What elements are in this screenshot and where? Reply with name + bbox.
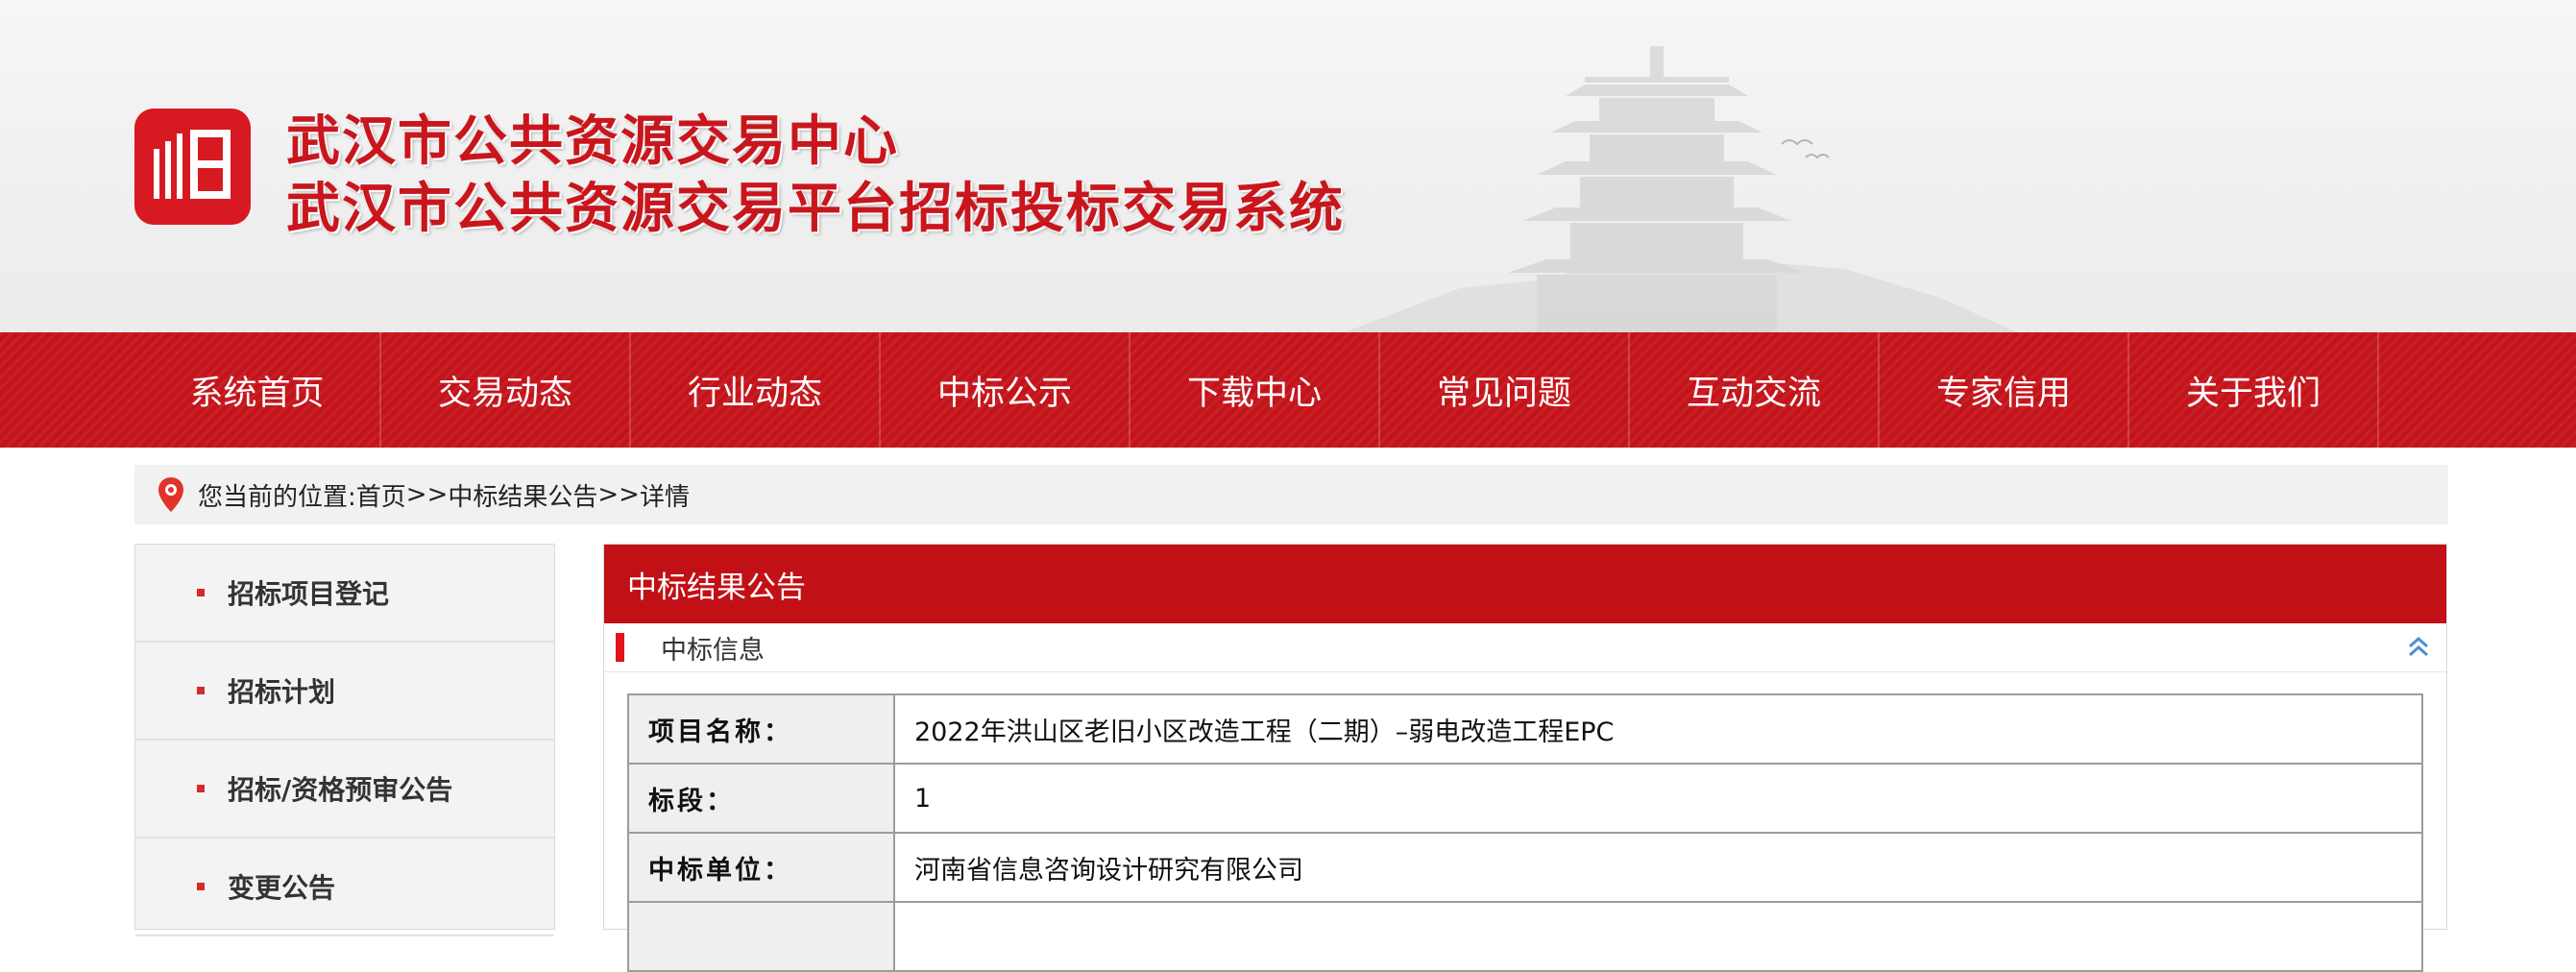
winning-bidder-value: 河南省信息咨询设计研究有限公司 <box>893 832 2423 903</box>
next-row-label <box>627 901 895 972</box>
sidebar-item-tender-announcement[interactable]: 招标/资格预审公告 <box>135 741 554 838</box>
section-marker <box>616 633 624 662</box>
lot-label: 标段： <box>627 763 895 834</box>
breadcrumb-separator: >> <box>405 480 449 509</box>
breadcrumb: 您当前的位置: 首页 >> 中标结果公告 >> 详情 <box>134 465 2448 524</box>
breadcrumb-home[interactable]: 首页 <box>356 477 406 513</box>
nav-trade-news[interactable]: 交易动态 <box>381 332 631 448</box>
sidebar-item-label: 招标/资格预审公告 <box>228 774 453 806</box>
section-title: 中标信息 <box>661 635 765 666</box>
nav-home[interactable]: 系统首页 <box>134 332 381 448</box>
logo-mark-icon <box>154 130 231 199</box>
winning-bidder-label: 中标单位： <box>627 832 895 903</box>
nav-industry-news[interactable]: 行业动态 <box>631 332 881 448</box>
site-header: 武汉市公共资源交易中心 武汉市公共资源交易平台招标投标交易系统 <box>0 0 2576 332</box>
breadcrumb-prefix: 您当前的位置: <box>198 482 356 512</box>
lot-value: 1 <box>893 763 2423 834</box>
main-navigation: 系统首页 交易动态 行业动态 中标公示 下载中心 常见问题 互动交流 专家信用 … <box>0 332 2576 448</box>
nav-download-center[interactable]: 下载中心 <box>1130 332 1380 448</box>
bullet-icon <box>197 589 205 596</box>
sidebar-item-tender-plan[interactable]: 招标计划 <box>135 643 554 741</box>
bullet-icon <box>197 883 205 890</box>
next-row-value <box>893 901 2423 972</box>
nav-award-publicity[interactable]: 中标公示 <box>881 332 1130 448</box>
nav-faq[interactable]: 常见问题 <box>1380 332 1630 448</box>
yellow-crane-tower-illustration <box>1345 46 2017 332</box>
sidebar-item-change-notice[interactable]: 变更公告 <box>135 838 554 936</box>
nav-interaction[interactable]: 互动交流 <box>1630 332 1880 448</box>
project-name-label: 项目名称： <box>627 693 895 765</box>
sidebar-menu: 招标项目登记 招标计划 招标/资格预审公告 变更公告 <box>134 544 555 936</box>
bullet-icon <box>197 785 205 792</box>
section-header: 中标信息 <box>604 623 2446 672</box>
panel-title: 中标结果公告 <box>604 545 2446 623</box>
sidebar-item-project-registration[interactable]: 招标项目登记 <box>135 545 554 643</box>
award-result-panel: 中标结果公告 中标信息 项目名称： 2022年洪山区老旧小区改造工程（二期）–弱… <box>603 544 2447 972</box>
sidebar-item-label: 变更公告 <box>228 872 336 904</box>
site-logo[interactable] <box>134 109 251 225</box>
sidebar-item-label: 招标计划 <box>228 676 336 708</box>
table-row: 标段： 1 <box>627 763 2423 834</box>
nav-about-us[interactable]: 关于我们 <box>2129 332 2379 448</box>
bullet-icon <box>197 687 205 694</box>
nav-expert-credit[interactable]: 专家信用 <box>1880 332 2129 448</box>
location-pin-icon <box>158 477 183 512</box>
table-row: 中标单位： 河南省信息咨询设计研究有限公司 <box>627 832 2423 903</box>
site-title-line2: 武汉市公共资源交易平台招标投标交易系统 <box>286 178 1345 240</box>
project-name-value: 2022年洪山区老旧小区改造工程（二期）–弱电改造工程EPC <box>893 693 2423 765</box>
collapse-chevron-icon[interactable] <box>2406 633 2431 660</box>
breadcrumb-separator: >> <box>597 480 640 509</box>
table-row <box>627 901 2423 972</box>
sidebar-item-label: 招标项目登记 <box>228 578 390 610</box>
breadcrumb-section[interactable]: 中标结果公告 <box>448 477 597 513</box>
breadcrumb-current: 详情 <box>639 482 690 512</box>
table-row: 项目名称： 2022年洪山区老旧小区改造工程（二期）–弱电改造工程EPC <box>627 693 2423 765</box>
award-info-table: 项目名称： 2022年洪山区老旧小区改造工程（二期）–弱电改造工程EPC 标段：… <box>627 693 2423 972</box>
site-title-line1: 武汉市公共资源交易中心 <box>286 110 899 173</box>
